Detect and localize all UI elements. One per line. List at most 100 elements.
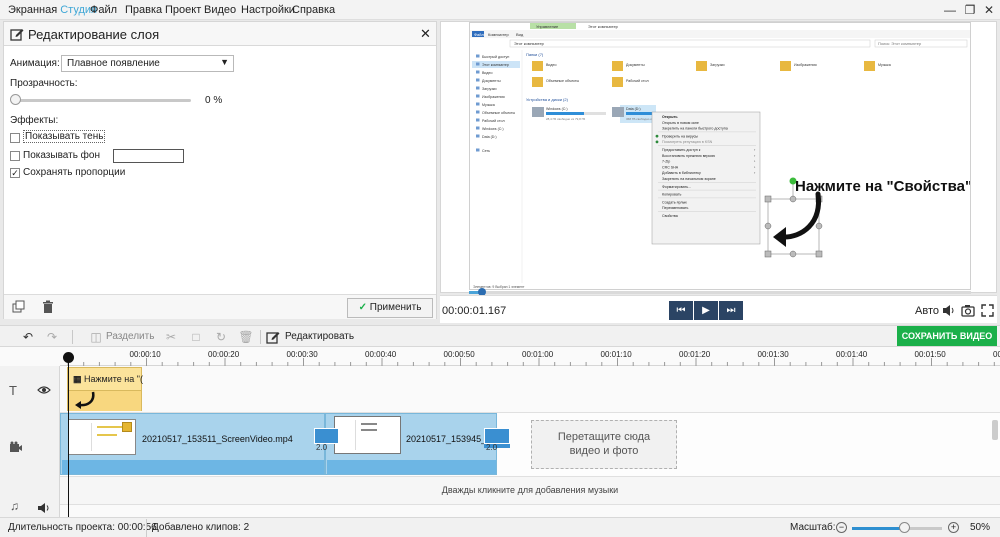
- music-track-icon: ♫: [10, 499, 19, 513]
- background-color-picker[interactable]: [113, 149, 184, 163]
- edit-icon[interactable]: [266, 330, 280, 344]
- trash-icon[interactable]: 🗑: [238, 329, 254, 345]
- dropdown-arrow-icon: ▼: [220, 57, 229, 67]
- audio-waveform: [62, 460, 324, 474]
- auto-quality-label[interactable]: Авто: [915, 305, 939, 317]
- text-clip[interactable]: ▦ Нажмите на "(: [67, 367, 143, 411]
- playhead-line[interactable]: [68, 355, 69, 518]
- rotate-icon[interactable]: ↻: [213, 329, 229, 345]
- timeline-scrollbar[interactable]: [992, 420, 998, 440]
- restore-icon[interactable]: ❐: [962, 2, 978, 18]
- context-menu-item: Свойства: [662, 214, 678, 218]
- preview-progress-track[interactable]: [469, 291, 971, 294]
- context-menu-item: Закрепить на начальном экране: [662, 177, 716, 181]
- folder-icon: [532, 77, 543, 87]
- undo-icon[interactable]: ↶: [20, 329, 36, 345]
- transition-thumbnail[interactable]: [484, 428, 510, 444]
- save-video-button[interactable]: СОХРАНИТЬ ВИДЕО: [897, 326, 997, 346]
- toolbar-divider: [260, 330, 261, 344]
- explorer-search: Поиск: Этот компьютер: [878, 41, 922, 46]
- video-clip[interactable]: 20210517_153511_ScreenVideo.mp4: [60, 413, 325, 475]
- menu-help[interactable]: Справка: [292, 4, 335, 16]
- context-menu-item: Копировать: [662, 193, 681, 197]
- shadow-label[interactable]: Показывать тень: [23, 130, 106, 143]
- explorer-nav-item: Быстрый доступ: [482, 55, 509, 59]
- media-drop-zone[interactable]: Перетащите сюда видео и фото: [531, 420, 677, 469]
- explorer-devices-header: Устройства и диски (2): [526, 97, 569, 102]
- preview-screen[interactable]: Управление Этот компьютер Файл Компьютер…: [469, 22, 971, 290]
- zoom-in-icon[interactable]: +: [948, 522, 959, 533]
- time-ruler[interactable]: 00:00:10 00:00:20 00:00:30 00:00:40 00:00:50…: [60, 347, 1000, 366]
- edit-button[interactable]: Редактировать: [285, 331, 354, 342]
- folder-icon: [532, 61, 543, 71]
- explorer-nav-item: Рабочий стол: [482, 119, 505, 123]
- context-menu-item: Предоставить доступ к: [662, 148, 701, 152]
- menu-project[interactable]: Проект: [165, 4, 201, 16]
- menu-file[interactable]: Файл: [90, 4, 117, 16]
- background-label[interactable]: Показывать фон: [23, 150, 100, 161]
- menu-video[interactable]: Видео: [204, 4, 236, 16]
- explorer-nav-item: Windows (C:): [482, 127, 504, 131]
- menu-edit[interactable]: Правка: [125, 4, 162, 16]
- keep-proportions-label[interactable]: Сохранять пропорции: [23, 167, 125, 178]
- opacity-slider-track[interactable]: [14, 99, 191, 102]
- folder-icon: [612, 61, 623, 71]
- previous-frame-icon[interactable]: ⏮: [669, 301, 693, 320]
- video-clip[interactable]: 20210517_153945_Sc: [325, 413, 510, 475]
- clip-name: 20210517_153511_ScreenVideo.mp4: [142, 434, 293, 444]
- zoom-out-icon[interactable]: −: [836, 522, 847, 533]
- close-panel-icon[interactable]: ✕: [420, 26, 431, 42]
- explorer-folder-label: Рабочий стол: [626, 79, 649, 83]
- clips-added: Добавлено клипов: 2: [152, 522, 250, 533]
- clip-name: 20210517_153945_Sc: [406, 434, 497, 444]
- ruler-tick-label: 00:01:50: [915, 350, 947, 359]
- background-checkbox[interactable]: [10, 151, 20, 161]
- callout-text[interactable]: Нажмите на "Свойства": [795, 178, 970, 195]
- explorer-drive-d: Data (D:): [626, 107, 641, 111]
- music-track-hint[interactable]: Дважды кликните для добавления музыки: [60, 485, 1000, 495]
- ruler-tick-label: 00:01:20: [679, 350, 711, 359]
- preview-area: Управление Этот компьютер Файл Компьютер…: [440, 21, 997, 296]
- redo-icon[interactable]: ↷: [44, 329, 60, 345]
- context-menu-item: 7-Zip: [662, 160, 670, 164]
- context-menu-item: Открыть в новом окне: [662, 121, 699, 125]
- opacity-slider-knob[interactable]: [10, 94, 21, 105]
- zoom-slider-knob[interactable]: [899, 522, 910, 533]
- volume-icon[interactable]: [37, 502, 51, 514]
- shadow-checkbox[interactable]: [10, 133, 20, 143]
- ruler-tick-label: 00:01:00: [522, 350, 554, 359]
- transition-duration: 2.0: [486, 443, 498, 452]
- edit-icon: [10, 29, 24, 41]
- minimize-icon[interactable]: —: [942, 2, 958, 18]
- text-track-icon: T: [9, 383, 17, 398]
- keep-proportions-checkbox[interactable]: ✓: [10, 168, 20, 178]
- menu-settings[interactable]: Настройки: [241, 4, 295, 16]
- transition-thumbnail[interactable]: [314, 428, 339, 444]
- explorer-nav-item: Объемные объекты: [482, 111, 515, 115]
- play-icon[interactable]: ▶: [694, 301, 718, 320]
- playhead-handle[interactable]: [63, 352, 74, 363]
- apply-button[interactable]: ✓ Применить: [347, 298, 433, 318]
- context-menu-item: Форматировать...: [662, 185, 691, 189]
- camera-icon[interactable]: [961, 304, 975, 317]
- crop-icon[interactable]: □: [188, 329, 204, 345]
- trash-icon[interactable]: [41, 300, 55, 314]
- explorer-tab-computer: Компьютер: [488, 32, 509, 37]
- ruler-tick-label: 00:02:00: [993, 350, 1000, 359]
- next-frame-icon[interactable]: ⏭: [719, 301, 743, 320]
- animation-select[interactable]: Плавное появление ▼: [61, 55, 234, 72]
- volume-icon[interactable]: [942, 304, 956, 317]
- explorer-drive-c-free: 28,4 ГБ свободно из 79,8 ГБ: [546, 117, 585, 121]
- folder-icon: [612, 77, 623, 87]
- duplicate-icon[interactable]: [12, 300, 26, 314]
- fullscreen-icon[interactable]: [981, 304, 994, 317]
- text-track[interactable]: [60, 366, 1000, 413]
- explorer-ribbon-highlight: Управление: [536, 24, 559, 29]
- split-icon[interactable]: ◫: [88, 329, 104, 345]
- close-icon[interactable]: ✕: [981, 2, 997, 18]
- scissors-icon[interactable]: ✂: [163, 329, 179, 345]
- ruler-tick-label: 00:01:30: [758, 350, 790, 359]
- eye-icon[interactable]: [37, 385, 51, 395]
- split-button[interactable]: Разделить: [106, 331, 154, 342]
- layer-edit-panel: Редактирование слоя ✕ Анимация: Плавное …: [3, 21, 437, 319]
